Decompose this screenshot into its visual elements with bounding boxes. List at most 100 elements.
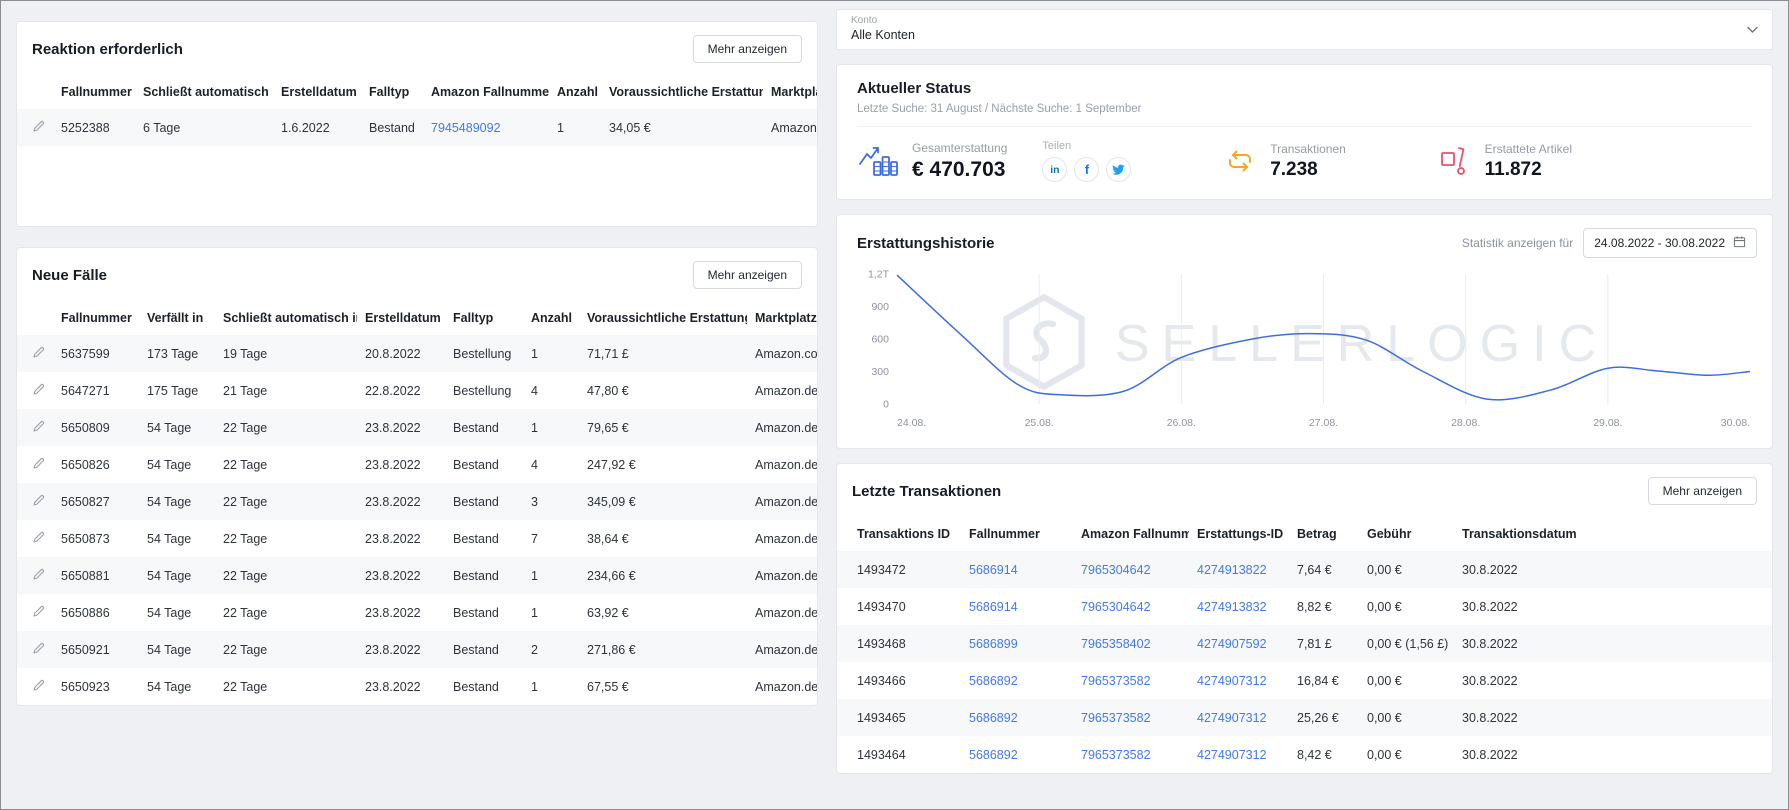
facebook-icon[interactable]: f xyxy=(1074,157,1100,182)
edit-cell xyxy=(17,409,53,446)
table-row[interactable]: 5650873 54 Tage 22 Tage 23.8.2022 Bestand 7 38… xyxy=(17,520,817,557)
table-row[interactable]: 1493464 5686892 7965373582 4274907312 8,42 €… xyxy=(837,736,1772,773)
link-cell[interactable]: 7965304642 xyxy=(1081,563,1151,577)
table-row[interactable]: 5650886 54 Tage 22 Tage 23.8.2022 Bestand 1 63… xyxy=(17,594,817,631)
link-cell[interactable]: 4274907592 xyxy=(1197,637,1267,651)
edit-icon[interactable] xyxy=(33,531,45,543)
date-range-picker[interactable]: 24.08.2022 - 30.08.2022 xyxy=(1583,228,1757,258)
x-axis-label: 27.08. xyxy=(1309,417,1338,429)
table-cell: 1493466 xyxy=(857,673,906,688)
account-select-value: Alle Konten xyxy=(851,28,915,42)
table-cell: 79,65 € xyxy=(587,420,629,435)
linkedin-icon[interactable]: in xyxy=(1042,157,1068,182)
table-cell: 1 xyxy=(557,120,564,135)
table-row[interactable]: 5650827 54 Tage 22 Tage 23.8.2022 Bestand 3 34… xyxy=(17,483,817,520)
edit-icon[interactable] xyxy=(33,346,45,358)
link-cell[interactable]: 5686914 xyxy=(969,563,1018,577)
link-cell[interactable]: 7965358402 xyxy=(1081,637,1151,651)
table-cell: 1493464 xyxy=(857,747,906,762)
show-more-button[interactable]: Mehr anzeigen xyxy=(692,261,802,289)
table-row[interactable]: 1493470 5686914 7965304642 4274913832 8,82 €… xyxy=(837,588,1772,625)
date-range-value: 24.08.2022 - 30.08.2022 xyxy=(1594,236,1725,250)
table-row[interactable]: 1493465 5686892 7965373582 4274907312 25,26 … xyxy=(837,699,1772,736)
table-cell: 54 Tage xyxy=(147,642,192,657)
table-cell: 5686914 xyxy=(961,551,1073,588)
table-cell: 54 Tage xyxy=(147,568,192,583)
table-row[interactable]: 5650921 54 Tage 22 Tage 23.8.2022 Bestand 2 27… xyxy=(17,631,817,668)
link-cell[interactable]: 4274907312 xyxy=(1197,674,1267,688)
edit-cell xyxy=(17,520,53,557)
table-row[interactable]: 1493468 5686899 7965358402 4274907592 7,81 £… xyxy=(837,625,1772,662)
table-cell: Bestand xyxy=(453,568,499,583)
link-cell[interactable]: 7965373582 xyxy=(1081,711,1151,725)
table-cell: 0,00 € xyxy=(1367,747,1402,762)
table-row[interactable]: 1493466 5686892 7965373582 4274907312 16,84 … xyxy=(837,662,1772,699)
left-column: Reaktion erforderlich Mehr anzeigen Fall… xyxy=(16,9,818,801)
table-row[interactable]: 5650881 54 Tage 22 Tage 23.8.2022 Bestand 1 23… xyxy=(17,557,817,594)
edit-icon[interactable] xyxy=(33,457,45,469)
table-row[interactable]: 5637599 173 Tage 19 Tage 20.8.2022 Bestellun… xyxy=(17,335,817,372)
table-row[interactable]: 5650826 54 Tage 22 Tage 23.8.2022 Bestand 4 24… xyxy=(17,446,817,483)
edit-icon[interactable] xyxy=(33,605,45,617)
table-cell: 54 Tage xyxy=(147,457,192,472)
show-more-button[interactable]: Mehr anzeigen xyxy=(692,35,802,63)
line-chart: 0 300 600 900 1,2T 24.08. 25.08. 26.08. 27.08. 28… xyxy=(868,269,1751,429)
table-cell: 30.8.2022 xyxy=(1462,636,1518,651)
edit-icon[interactable] xyxy=(33,420,45,432)
table-cell: 7965373582 xyxy=(1073,662,1189,699)
table-cell: 1.6.2022 xyxy=(281,120,330,135)
table-row[interactable]: 5650923 54 Tage 22 Tage 23.8.2022 Bestand 1 67… xyxy=(17,668,817,705)
table-cell: Bestellung xyxy=(453,383,512,398)
table-row[interactable]: 1493472 5686914 7965304642 4274913822 7,64 €… xyxy=(837,551,1772,588)
link-cell[interactable]: 7965373582 xyxy=(1081,748,1151,762)
table-cell: 22 Tage xyxy=(223,679,268,694)
link-cell[interactable]: 4274913832 xyxy=(1197,600,1267,614)
table-cell: 16,84 € xyxy=(1297,673,1339,688)
table-cell: 5686914 xyxy=(961,588,1073,625)
link-cell[interactable]: 5686892 xyxy=(969,674,1018,688)
transactions-table: Transaktions ID Fallnummer Amazon Fallnumm… xyxy=(837,518,1772,773)
table-cell: Bestand xyxy=(453,531,499,546)
panel-title: Neue Fälle xyxy=(32,266,108,284)
link-cell[interactable]: 5686899 xyxy=(969,637,1018,651)
edit-icon[interactable] xyxy=(33,568,45,580)
twitter-icon[interactable] xyxy=(1106,157,1132,182)
link-cell[interactable]: 7965304642 xyxy=(1081,600,1151,614)
edit-icon[interactable] xyxy=(33,494,45,506)
link-cell[interactable]: 5686914 xyxy=(969,600,1018,614)
edit-cell xyxy=(17,594,53,631)
link-cell[interactable]: 4274907312 xyxy=(1197,711,1267,725)
edit-icon[interactable] xyxy=(33,679,45,691)
table-cell: 1 xyxy=(531,605,538,620)
table-cell: 7,81 £ xyxy=(1297,636,1332,651)
panel-reaction-required: Reaktion erforderlich Mehr anzeigen Fall… xyxy=(16,21,818,227)
table-cell: 1493468 xyxy=(857,636,906,651)
edit-icon[interactable] xyxy=(33,642,45,654)
table-cell: 23.8.2022 xyxy=(365,457,421,472)
edit-icon[interactable] xyxy=(33,120,45,132)
transactions-table-body: 1493472 5686914 7965304642 4274913822 7,64 €… xyxy=(837,551,1772,773)
table-cell: 23.8.2022 xyxy=(365,531,421,546)
table-row[interactable]: 5647271 175 Tage 21 Tage 22.8.2022 Bestellun… xyxy=(17,372,817,409)
account-select[interactable]: Konto Alle Konten xyxy=(836,9,1773,50)
table-row[interactable]: 5252388 6 Tage 1.6.2022 Bestand 7945489092 1 3… xyxy=(17,109,817,146)
link-cell[interactable]: 4274913822 xyxy=(1197,563,1267,577)
edit-cell xyxy=(17,483,53,520)
table-row[interactable]: 5650809 54 Tage 22 Tage 23.8.2022 Bestand 1 79… xyxy=(17,409,817,446)
x-axis-label: 29.08. xyxy=(1593,417,1622,429)
table-cell: 30.8.2022 xyxy=(1462,562,1518,577)
link-cell[interactable]: 7965373582 xyxy=(1081,674,1151,688)
table-cell: 5252388 xyxy=(61,120,110,135)
table-cell: 345,09 € xyxy=(587,494,636,509)
stats-for-label: Statistik anzeigen für xyxy=(1461,236,1574,250)
metric-label: Erstattete Artikel xyxy=(1484,141,1572,156)
x-axis-label: 24.08. xyxy=(897,417,926,429)
link-cell[interactable]: 7945489092 xyxy=(431,121,501,135)
show-more-button[interactable]: Mehr anzeigen xyxy=(1647,477,1757,505)
link-cell[interactable]: 5686892 xyxy=(969,711,1018,725)
column-header: Schließt automatisch in xyxy=(143,85,273,99)
link-cell[interactable]: 4274907312 xyxy=(1197,748,1267,762)
share-label: Teilen xyxy=(1042,140,1072,152)
link-cell[interactable]: 5686892 xyxy=(969,748,1018,762)
edit-icon[interactable] xyxy=(33,383,45,395)
